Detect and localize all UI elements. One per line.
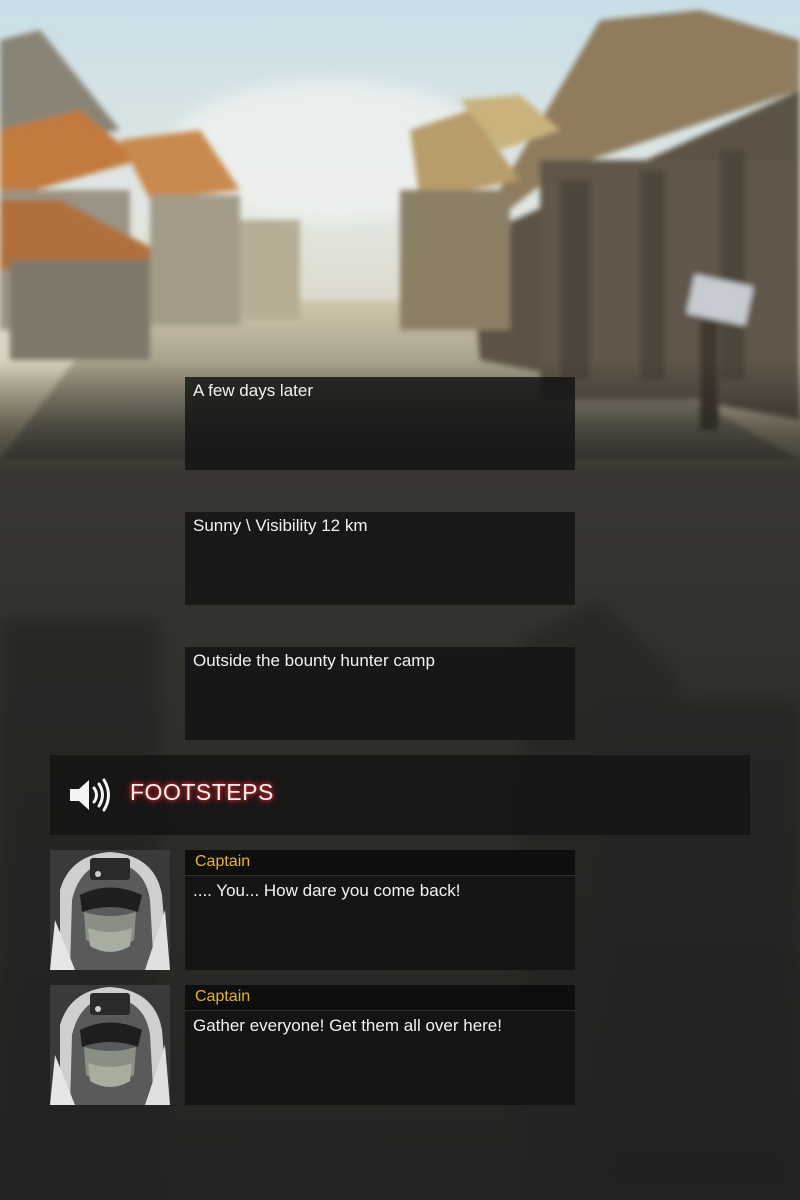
- sound-effect-label: FOOTSTEPS: [130, 779, 274, 805]
- narration-box: A few days later: [185, 377, 575, 470]
- speaker-name: Captain: [195, 988, 251, 1005]
- narration-text: A few days later: [193, 381, 314, 400]
- dialogue-text: Gather everyone! Get them all over here!: [193, 1016, 502, 1035]
- story-screen[interactable]: A few days later Sunny \ Visibility 12 k…: [0, 0, 800, 1200]
- character-portrait-image: [50, 985, 170, 1105]
- speaker-icon: [70, 778, 110, 812]
- narration-text: Sunny \ Visibility 12 km: [193, 516, 368, 535]
- captain-portrait: [50, 985, 170, 1105]
- character-portrait-image: [50, 850, 170, 970]
- dialogue-entry[interactable]: Captain Gather everyone! Get them all ov…: [0, 985, 800, 1105]
- captain-portrait: [50, 850, 170, 970]
- narration-box: Sunny \ Visibility 12 km: [185, 512, 575, 605]
- narration-text: Outside the bounty hunter camp: [193, 651, 435, 670]
- speaker-name: Captain: [195, 853, 251, 870]
- dialogue-text: .... You... How dare you come back!: [193, 881, 461, 900]
- narration-box: Outside the bounty hunter camp: [185, 647, 575, 740]
- dialogue-entry[interactable]: Captain .... You... How dare you come ba…: [0, 850, 800, 970]
